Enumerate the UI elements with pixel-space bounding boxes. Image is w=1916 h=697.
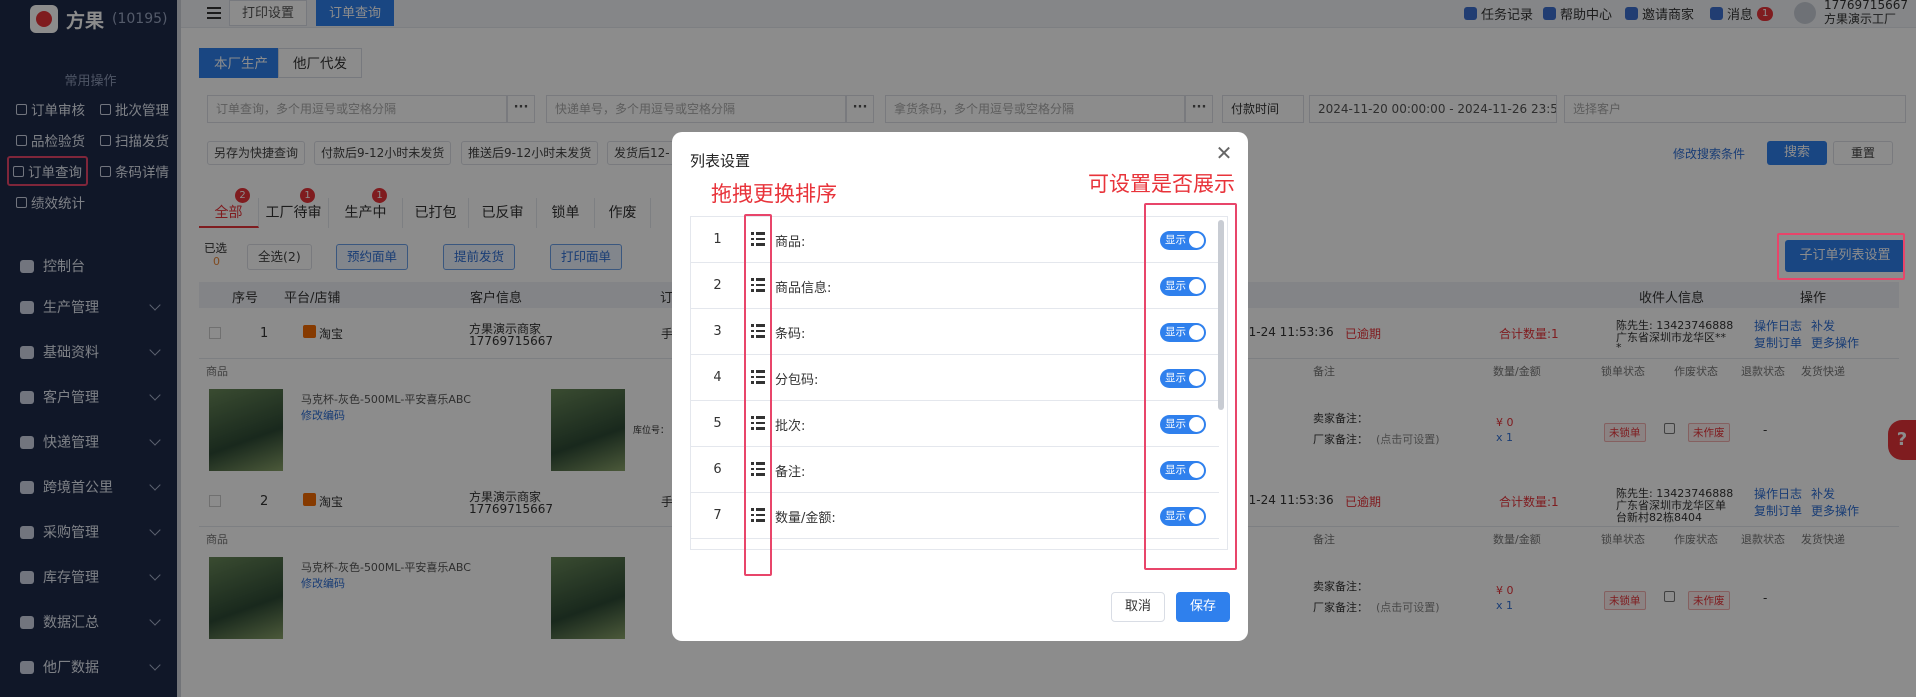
modal-title: 列表设置 (690, 152, 751, 170)
annotation-box-toggle (1144, 203, 1237, 570)
row-number: 6 (691, 447, 745, 493)
field-name: 数量/金额: (775, 511, 836, 526)
annotation-box-drag (744, 214, 772, 576)
row-number: 7 (691, 493, 745, 539)
row-number: 5 (691, 401, 745, 447)
field-name: 商品信息: (775, 281, 832, 296)
cancel-button[interactable]: 取消 (1111, 592, 1165, 622)
field-name: 分包码: (775, 373, 819, 388)
row-number: 1 (691, 217, 745, 263)
annotation-drag-sort: 拖拽更换排序 (711, 182, 837, 206)
close-icon[interactable]: ✕ (1215, 143, 1233, 163)
row-number: 2 (691, 263, 745, 309)
row-number: 8 (691, 539, 745, 549)
row-number: 3 (691, 309, 745, 355)
annotation-show-toggle: 可设置是否展示 (1088, 172, 1235, 196)
field-name: 批次: (775, 419, 806, 434)
field-name: 条码: (775, 327, 806, 342)
annotation-box-settings-btn (1777, 233, 1905, 280)
field-name: 商品: (775, 235, 806, 250)
row-number: 4 (691, 355, 745, 401)
save-button[interactable]: 保存 (1176, 592, 1230, 622)
field-name: 备注: (775, 465, 806, 480)
